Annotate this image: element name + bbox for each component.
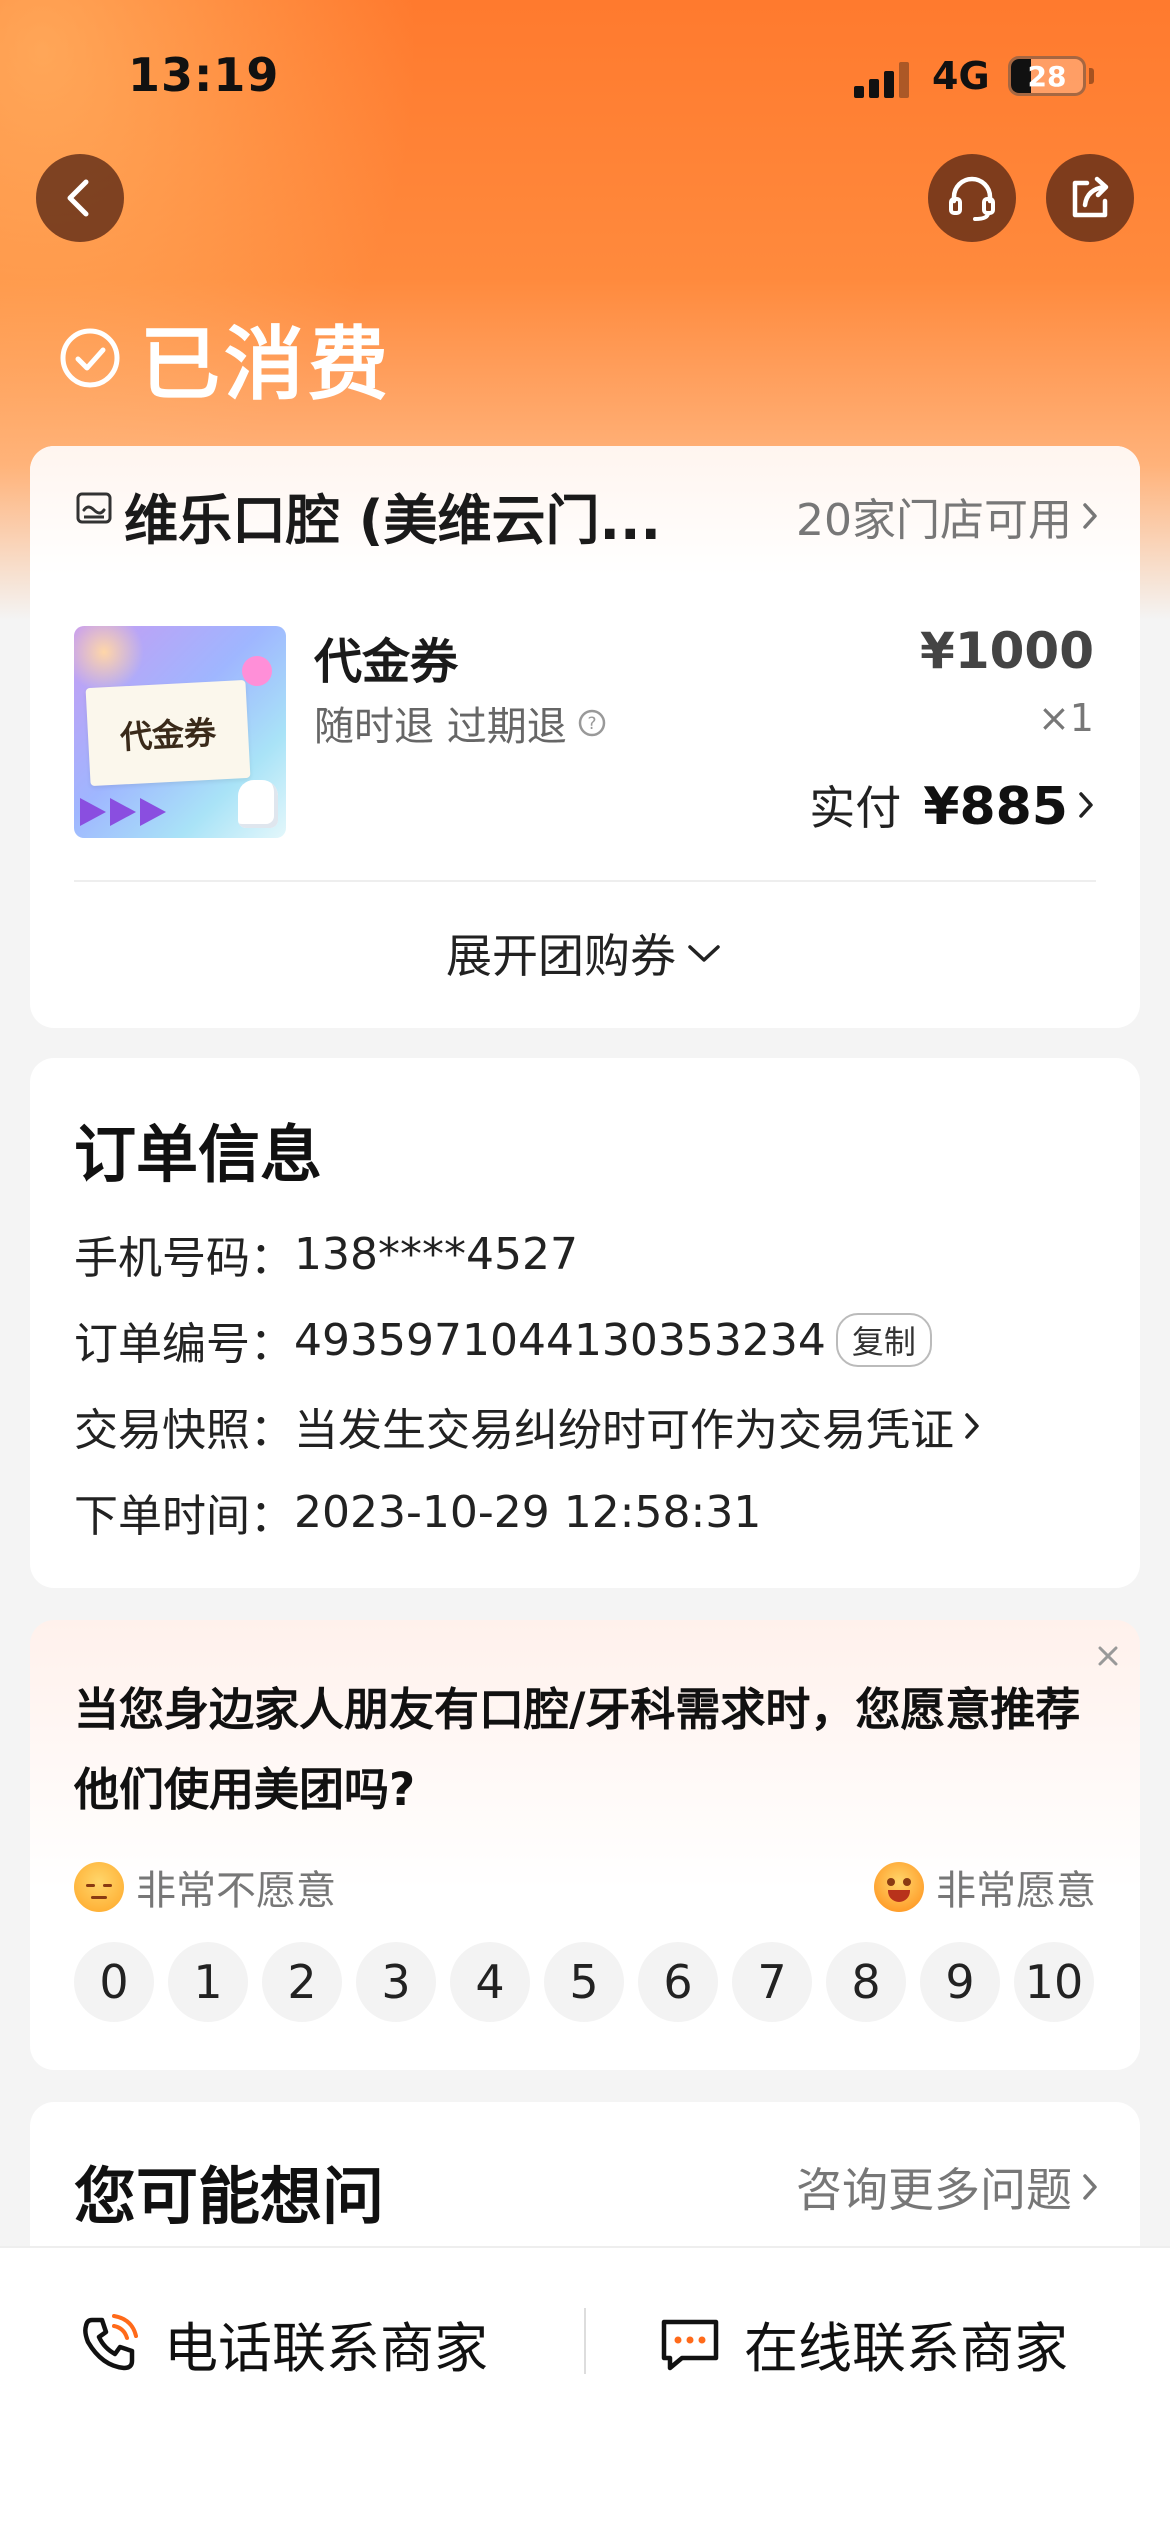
chevron-right-icon	[1079, 792, 1093, 818]
check-circle-icon	[60, 328, 120, 388]
product-thumbnail[interactable]: 代金券	[74, 626, 286, 838]
expand-label: 展开团购券	[446, 929, 676, 983]
bottom-action-bar: 电话联系商家 在线联系商家	[0, 2246, 1170, 2532]
thumbnail-decoration	[74, 626, 144, 692]
rating-option[interactable]: 8	[826, 1942, 906, 2022]
order-row-label: 下单时间：	[74, 1491, 294, 1542]
chevron-right-icon	[965, 1413, 979, 1439]
help-icon: ?	[578, 709, 605, 737]
order-row-time: 下单时间： 2023-10-29 12:58:31	[74, 1480, 761, 1544]
chevron-right-icon	[1083, 2174, 1097, 2200]
order-info-card: 订单信息 手机号码： 138****4527 订单编号： 49359710441…	[30, 1058, 1140, 1588]
faq-card: 您可能想问 咨询更多问题	[30, 2102, 1140, 2262]
survey-scale-labels: 非常不愿意 非常愿意	[74, 1858, 1096, 1918]
survey-question: 当您身边家人朋友有口腔/牙科需求时，您愿意推荐他们使用美团吗?	[74, 1683, 1081, 1816]
chevron-down-icon	[688, 945, 720, 962]
svg-text:?: ?	[587, 714, 596, 734]
expand-coupons-button[interactable]: 展开团购券	[30, 920, 1140, 986]
paid-amount-row[interactable]: 实付 ¥885	[809, 772, 1096, 838]
share-button[interactable]	[1046, 154, 1134, 242]
rating-option[interactable]: 10	[1014, 1942, 1094, 2022]
call-merchant-button[interactable]: 电话联系商家	[78, 2304, 488, 2383]
scale-high: 非常愿意	[874, 1858, 1096, 1916]
chat-icon	[661, 2319, 719, 2370]
stores-available-link[interactable]: 20家门店可用	[796, 484, 1100, 548]
customer-service-button[interactable]	[928, 154, 1016, 242]
order-row-label: 订单编号：	[74, 1319, 294, 1370]
quantity: ×1	[1037, 696, 1094, 740]
tooth-icon	[238, 780, 278, 828]
status-time: 13:19	[128, 48, 280, 102]
order-status-label: 已消费	[140, 318, 392, 411]
order-row-value: 4935971044130353234	[294, 1314, 826, 1366]
headset-icon	[949, 176, 995, 221]
order-row-label: 交易快照：	[74, 1405, 294, 1456]
rating-option[interactable]: 2	[262, 1942, 342, 2022]
product-name: 代金券	[314, 634, 459, 690]
battery-level: 28	[1027, 60, 1067, 93]
original-price: ¥1000	[920, 622, 1094, 680]
happy-face-icon	[874, 1862, 924, 1912]
order-row-value: 138****4527	[294, 1228, 578, 1280]
chevron-right-icon	[1083, 503, 1097, 529]
survey-card: 当您身边家人朋友有口腔/牙科需求时，您愿意推荐他们使用美团吗? 非常不愿意 非常…	[30, 1620, 1140, 2070]
thumbnail-decoration	[242, 656, 272, 686]
battery-icon: 28	[1008, 56, 1086, 96]
paid-label: 实付	[809, 781, 902, 835]
rating-option[interactable]: 4	[450, 1942, 530, 2022]
scale-high-label: 非常愿意	[936, 1868, 1096, 1914]
paid-value: ¥885	[923, 777, 1068, 837]
shop-row[interactable]: 维乐口腔 (美维云门... 20家门店可用	[30, 446, 1140, 576]
faq-title: 您可能想问	[74, 2160, 385, 2233]
chat-merchant-button[interactable]: 在线联系商家	[658, 2304, 1068, 2383]
chat-merchant-label: 在线联系商家	[744, 2317, 1068, 2380]
network-label: 4G	[932, 54, 990, 98]
stores-available-label: 20家门店可用	[796, 495, 1072, 546]
order-row-value: 2023-10-29 12:58:31	[294, 1486, 762, 1538]
order-row-value: 当发生交易纠纷时可作为交易凭证	[294, 1405, 954, 1456]
call-merchant-label: 电话联系商家	[164, 2317, 488, 2380]
rating-option[interactable]: 5	[544, 1942, 624, 2022]
order-row-label: 手机号码：	[74, 1233, 294, 1284]
rating-option[interactable]: 6	[638, 1942, 718, 2022]
shop-name: 维乐口腔 (美维云门...	[124, 489, 662, 552]
order-status: 已消费	[58, 300, 392, 416]
rating-option[interactable]: 3	[356, 1942, 436, 2022]
thumbnail-ticket: 代金券	[85, 679, 251, 787]
store-icon	[76, 492, 112, 524]
battery-cap	[1089, 68, 1094, 84]
share-icon	[1072, 176, 1109, 218]
order-row-number: 订单编号： 4935971044130353234 复制	[74, 1308, 932, 1372]
refund-policy[interactable]: 随时退 过期退 ?	[314, 694, 607, 752]
more-questions-label: 咨询更多问题	[796, 2163, 1072, 2217]
close-icon[interactable]	[1090, 1638, 1126, 1674]
order-info-title: 订单信息	[74, 1118, 323, 1191]
rating-option[interactable]: 1	[168, 1942, 248, 2022]
signal-icon	[854, 62, 914, 98]
order-row-phone: 手机号码： 138****4527	[74, 1222, 578, 1286]
chevron-left-icon	[67, 179, 89, 217]
order-row-snapshot[interactable]: 交易快照： 当发生交易纠纷时可作为交易凭证	[74, 1394, 982, 1458]
phone-icon	[83, 2313, 138, 2370]
rating-option[interactable]: 9	[920, 1942, 1000, 2022]
divider	[584, 2308, 586, 2374]
scale-low: 非常不愿意	[74, 1858, 336, 1916]
rating-option[interactable]: 0	[74, 1942, 154, 2022]
more-questions-link[interactable]: 咨询更多问题	[796, 2154, 1100, 2220]
thumbnail-arrows	[80, 798, 170, 826]
rating-option[interactable]: 7	[732, 1942, 812, 2022]
back-button[interactable]	[36, 154, 124, 242]
scale-low-label: 非常不愿意	[136, 1868, 336, 1914]
rating-scale: 0 1 2 3 4 5 6 7 8 9 10	[74, 1942, 1096, 2022]
product-card: 维乐口腔 (美维云门... 20家门店可用 代金券 代金券 随时退 过期退 ? …	[30, 446, 1140, 1028]
copy-button[interactable]: 复制	[835, 1313, 932, 1367]
status-bar: 13:19 4G 28	[0, 0, 1170, 150]
thumbnail-label: 代金券	[119, 713, 218, 757]
sad-face-icon	[74, 1862, 124, 1912]
divider	[74, 880, 1096, 882]
refund-policy-label: 随时退 过期退	[314, 704, 567, 750]
